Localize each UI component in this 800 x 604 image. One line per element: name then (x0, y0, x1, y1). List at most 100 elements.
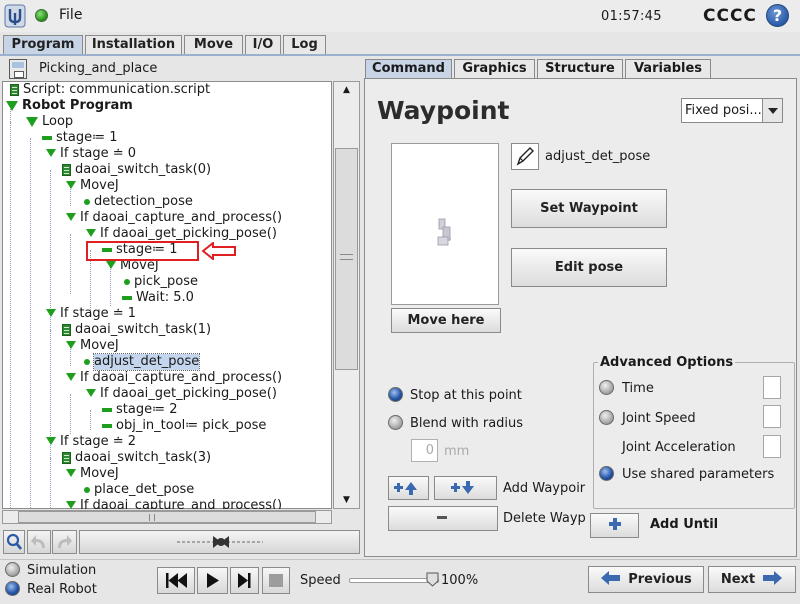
chevron-down-icon[interactable] (762, 99, 782, 122)
edit-pose-button[interactable]: Edit pose (511, 248, 667, 287)
blend-radius-input[interactable]: 0 (411, 439, 438, 462)
scroll-down-icon[interactable]: ▼ (334, 492, 359, 508)
add-waypoint-after-button[interactable] (434, 476, 497, 500)
scroll-up-icon[interactable]: ▲ (334, 82, 359, 98)
stop-button[interactable] (262, 567, 290, 594)
tree-node[interactable]: Wait: 5.0 (122, 290, 194, 306)
tree-node[interactable]: daoai_switch_task(0) (62, 162, 211, 178)
annotation-highlight-box (86, 241, 199, 261)
stop-at-point-radio[interactable] (388, 387, 403, 402)
real-robot-radio[interactable] (5, 581, 20, 596)
joint-speed-input[interactable] (763, 405, 781, 428)
scrollbar-thumb[interactable] (335, 148, 358, 370)
play-button[interactable] (197, 567, 228, 594)
add-until-button[interactable] (590, 513, 639, 538)
triangle-icon (6, 100, 18, 112)
tree-node[interactable]: If stage ≐ 2 (46, 434, 136, 450)
tree-node[interactable]: Script: communication.script (10, 82, 210, 98)
shared-parameters-radio[interactable] (599, 466, 614, 481)
condition-icon (66, 468, 76, 478)
slider-handle-icon[interactable] (426, 572, 439, 587)
redo-icon (58, 535, 72, 548)
tree-node[interactable]: If daoai_capture_and_process() (66, 210, 282, 226)
condition-icon (46, 436, 56, 446)
move-node-button[interactable] (79, 530, 360, 554)
tree-node[interactable]: Robot Program (6, 98, 133, 114)
previous-button[interactable]: Previous (588, 566, 704, 593)
step-icon (238, 573, 251, 588)
previous-label: Previous (628, 572, 692, 587)
tree-vertical-scrollbar[interactable]: ▲ ▼ (333, 81, 360, 509)
joint-speed-radio[interactable] (599, 410, 614, 425)
add-waypoint-before-button[interactable] (388, 476, 429, 500)
move-here-button[interactable]: Move here (391, 308, 501, 333)
time-radio[interactable] (599, 380, 614, 395)
condition-icon (106, 260, 116, 270)
tree-node[interactable]: If daoai_get_picking_pose() (86, 386, 277, 402)
tab-program[interactable]: Program (3, 35, 83, 54)
tree-node[interactable]: If stage ≐ 1 (46, 306, 136, 322)
tree-node[interactable]: MoveJ (66, 338, 119, 354)
tree-node[interactable]: Loop (26, 114, 73, 130)
tab-variables[interactable]: Variables (625, 59, 711, 78)
time-input[interactable] (763, 376, 781, 399)
tab-command[interactable]: Command (365, 59, 452, 78)
tree-node[interactable]: stage≔ 2 (102, 402, 178, 418)
add-waypoint-label: Add Waypoir (503, 481, 586, 496)
grip-icon (149, 514, 155, 521)
page-title: Waypoint (377, 96, 510, 125)
tree-node[interactable]: daoai_switch_task(3) (62, 450, 211, 466)
tree-node[interactable]: stage≔ 1 (42, 130, 118, 146)
tree-node[interactable]: If daoai_get_picking_pose() (86, 226, 277, 242)
tree-node[interactable]: MoveJ (66, 466, 119, 482)
tab-log[interactable]: Log (283, 35, 326, 54)
tab-move[interactable]: Move (184, 35, 243, 54)
tab-graphics[interactable]: Graphics (454, 59, 535, 78)
time-label: Time (622, 381, 654, 396)
search-button[interactable] (3, 530, 25, 554)
real-robot-label: Real Robot (27, 582, 97, 597)
joint-speed-label: Joint Speed (622, 411, 696, 426)
waypoint-icon (124, 279, 130, 285)
tree-node[interactable]: If daoai_capture_and_process() (66, 370, 282, 386)
tree-node[interactable]: detection_pose (84, 194, 193, 210)
tree-node[interactable]: If daoai_capture_and_process() (66, 498, 282, 509)
skip-back-button[interactable] (157, 567, 195, 594)
tree-node[interactable]: place_det_pose (84, 482, 194, 498)
step-button[interactable] (230, 567, 259, 594)
annotation-arrow-icon (201, 242, 236, 260)
pose-type-select[interactable]: Fixed posi... (681, 98, 783, 123)
condition-icon (66, 372, 76, 382)
tree-horizontal-scrollbar[interactable] (2, 510, 332, 524)
tree-node[interactable]: MoveJ (66, 178, 119, 194)
ur-logo-icon (4, 4, 26, 28)
pencil-icon (516, 147, 534, 166)
tree-node-selected[interactable]: adjust_det_pose (84, 353, 201, 371)
clock: 01:57:45 (601, 9, 662, 24)
tab-io[interactable]: I/O (245, 35, 281, 54)
set-waypoint-button[interactable]: Set Waypoint (511, 189, 667, 228)
next-button[interactable]: Next (708, 566, 796, 593)
tree-node[interactable]: If stage ≐ 0 (46, 146, 136, 162)
simulation-radio[interactable] (5, 562, 20, 577)
undo-button[interactable] (27, 530, 51, 554)
joint-acceleration-input[interactable] (763, 435, 781, 458)
help-button[interactable]: ? (766, 4, 789, 27)
save-icon[interactable] (9, 59, 27, 79)
condition-icon (66, 500, 76, 509)
tab-installation[interactable]: Installation (85, 35, 182, 54)
tree-node[interactable]: pick_pose (124, 274, 198, 290)
waypoint-icon (84, 487, 90, 493)
scrollbar-thumb[interactable] (18, 511, 316, 523)
grip-icon (340, 254, 353, 260)
tab-structure[interactable]: Structure (537, 59, 623, 78)
file-menu[interactable]: File (59, 7, 82, 23)
waypoint-icon (84, 359, 90, 365)
tree-node[interactable]: daoai_switch_task(1) (62, 322, 211, 338)
tree-node[interactable]: obj_in_tool≔ pick_pose (102, 418, 266, 434)
redo-button[interactable] (52, 530, 77, 554)
blend-radius-radio[interactable] (388, 415, 403, 430)
waypoint-name: adjust_det_pose (545, 149, 651, 164)
delete-waypoint-button[interactable] (388, 506, 498, 531)
rename-button[interactable] (511, 143, 539, 170)
